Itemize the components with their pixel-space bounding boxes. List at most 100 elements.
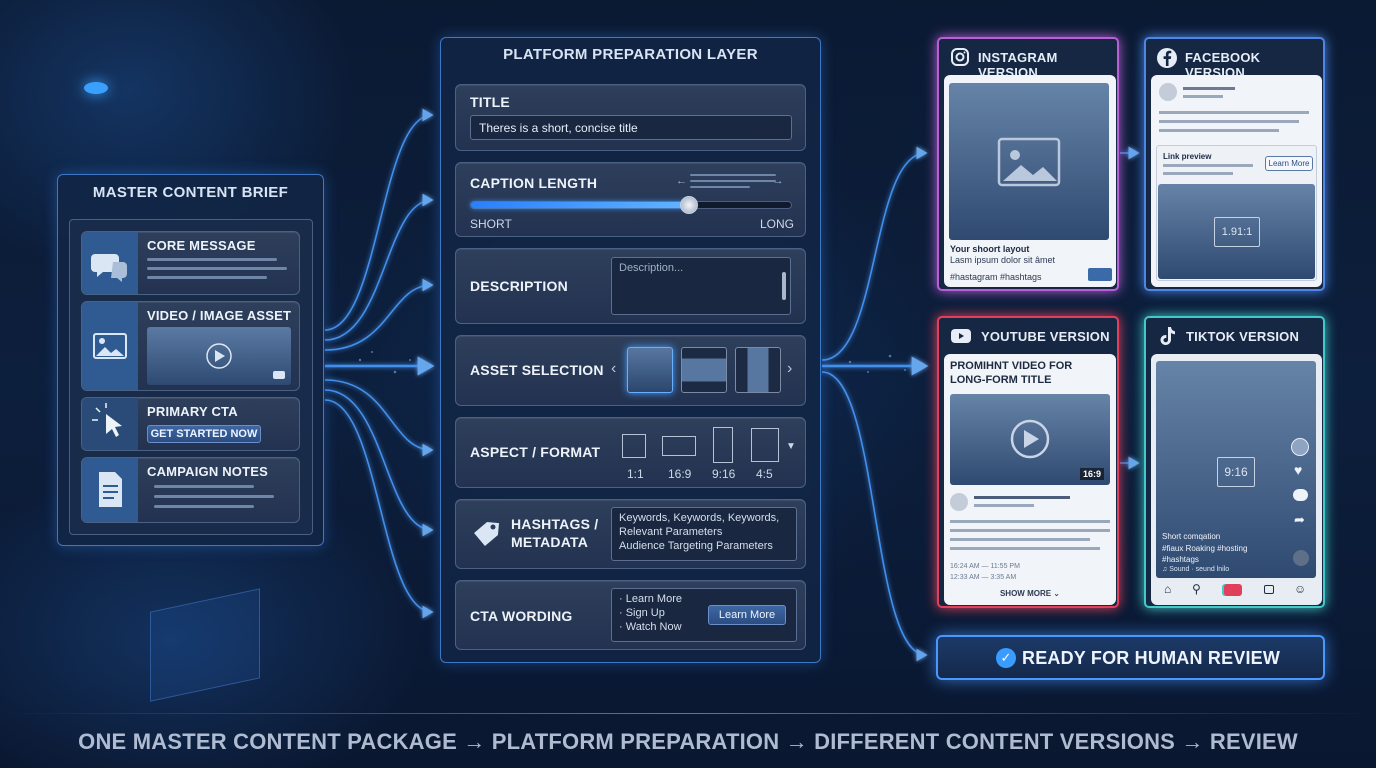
facebook-mockup: Link preview Learn More 1.91:1 (1151, 75, 1322, 287)
core-message-label: CORE MESSAGE (147, 238, 256, 253)
cta-option[interactable]: · Learn More (619, 593, 682, 605)
aspect-1-1-label: 1:1 (627, 467, 644, 481)
caption-length-section: CAPTION LENGTH ← → SHORT LONG (455, 162, 806, 237)
heart-icon[interactable]: ♥ (1294, 462, 1302, 478)
platform-preparation-panel: PLATFORM PREPARATION LAYER TITLE Theres … (440, 37, 821, 663)
caption-length-slider[interactable] (470, 196, 792, 214)
caption-short-label: SHORT (470, 217, 512, 231)
prep-title: PLATFORM PREPARATION LAYER (503, 46, 758, 63)
home-icon[interactable]: ⌂ (1164, 582, 1171, 596)
hashtags-line: Keywords, Keywords, Keywords, (619, 512, 780, 524)
link-preview-label: Link preview (1163, 152, 1212, 161)
learn-more-button[interactable]: Learn More (708, 605, 786, 625)
caption-slider-handle[interactable] (679, 196, 698, 214)
comment-icon[interactable] (1293, 489, 1308, 501)
hashtags-input[interactable]: Keywords, Keywords, Keywords, Relevant P… (611, 507, 797, 561)
youtube-version-title: YOUTUBE VERSION (981, 329, 1110, 344)
primary-cta-label: PRIMARY CTA (147, 404, 238, 419)
document-icon (82, 458, 138, 522)
link-preview-box[interactable]: Link preview Learn More 1.91:1 (1156, 145, 1317, 281)
post-text-line (1159, 120, 1299, 123)
aspect-1-1-option[interactable] (622, 434, 646, 458)
description-textarea[interactable]: Description... (611, 257, 791, 315)
asset-option-portrait[interactable] (735, 347, 781, 393)
primary-cta-card[interactable]: PRIMARY CTA GET STARTED NOW (81, 397, 300, 451)
master-brief-title: MASTER CONTENT BRIEF (92, 184, 289, 201)
tiktok-caption: Short comqation (1162, 532, 1221, 541)
aspect-4-5-option[interactable] (751, 428, 779, 462)
youtube-video-player[interactable]: 16:9 (950, 394, 1110, 485)
avatar[interactable] (1291, 438, 1309, 456)
get-started-now-button[interactable]: GET STARTED NOW (147, 425, 261, 443)
youtube-icon (951, 329, 971, 343)
campaign-notes-label: CAMPAIGN NOTES (147, 464, 269, 479)
show-more-button[interactable]: SHOW MORE ⌄ (944, 589, 1116, 598)
asset-option-landscape[interactable] (681, 347, 727, 393)
instagram-hashtags: #hastagram #hashtags (950, 272, 1042, 282)
asset-option-square[interactable] (627, 347, 673, 393)
chevron-right-icon[interactable]: › (787, 360, 792, 378)
facebook-image-placeholder: 1.91:1 (1158, 184, 1315, 279)
cta-option[interactable]: · Watch Now (619, 621, 682, 633)
instagram-icon (951, 48, 969, 66)
tiktok-caption: #hashtags (1162, 555, 1199, 564)
text-line (147, 267, 287, 270)
video-thumbnail[interactable] (147, 327, 291, 385)
instagram-mockup: Your shoort layout Lasm ipsum dolor sit … (944, 75, 1116, 287)
ready-for-review-button[interactable]: ✓ READY FOR HUMAN REVIEW (936, 635, 1325, 680)
description-placeholder: Description... (619, 262, 684, 274)
video-desc-line (950, 529, 1110, 532)
campaign-notes-card[interactable]: CAMPAIGN NOTES (81, 457, 300, 523)
instagram-caption-title: Your shoort layout (950, 244, 1030, 254)
tiktok-mockup: 9:16 Short comqation #fiaux Roaking #hos… (1151, 354, 1322, 605)
text-line (690, 180, 776, 182)
channel-line (974, 496, 1070, 499)
aspect-16-9-label: 16:9 (668, 467, 692, 481)
youtube-mockup: PROMIHNT VIDEO FOR LONG-FORM TITLE 16:9 … (944, 354, 1116, 605)
create-icon[interactable] (1224, 584, 1242, 596)
facebook-learn-more-button[interactable]: Learn More (1265, 156, 1313, 171)
share-icon[interactable]: ➦ (1294, 512, 1305, 528)
inbox-icon[interactable] (1264, 585, 1274, 594)
tiktok-caption: #fiaux Roaking #hosting (1162, 544, 1248, 553)
instagram-version-card: INSTAGRAM VERSION Your shoort layout Las… (937, 37, 1119, 291)
profile-icon[interactable]: ☺ (1294, 582, 1306, 596)
video-image-asset-card[interactable]: VIDEO / IMAGE ASSET (81, 301, 300, 391)
instagram-share-button[interactable] (1088, 268, 1112, 281)
core-message-card[interactable]: CORE MESSAGE (81, 231, 300, 295)
text-line (154, 495, 274, 498)
description-scrollbar[interactable] (782, 272, 786, 300)
tiktok-icon (1160, 327, 1175, 345)
cta-option[interactable]: · Sign Up (619, 607, 665, 619)
tiktok-version-card: TIKTOK VERSION 9:16 Short comqation #fia… (1144, 316, 1325, 608)
youtube-ratio-badge: 16:9 (1079, 468, 1104, 480)
music-disc-icon (1293, 550, 1309, 566)
video-desc-line (950, 538, 1090, 541)
check-circle-icon: ✓ (996, 648, 1016, 668)
decorative-node-glow (84, 82, 108, 94)
aspect-dropdown-icon[interactable]: ▼ (786, 441, 796, 452)
description-section: DESCRIPTION Description... (455, 248, 806, 324)
aspect-16-9-option[interactable] (662, 436, 696, 456)
video-desc-line (950, 520, 1110, 523)
text-line (690, 174, 776, 176)
tiktok-nav-bar: ⌂ ⚲ ☺ (1156, 580, 1316, 600)
tiktok-video-placeholder: 9:16 Short comqation #fiaux Roaking #hos… (1156, 361, 1316, 578)
link-preview-line (1163, 172, 1233, 175)
caption-slider-fill (471, 202, 689, 208)
asset-selection-section: ASSET SELECTION ‹ › (455, 335, 806, 406)
title-input[interactable]: Theres is a short, concise title (470, 115, 792, 140)
asset-selection-label: ASSET SELECTION (470, 362, 604, 378)
search-icon[interactable]: ⚲ (1192, 582, 1201, 596)
speech-bubbles-icon (82, 232, 138, 294)
post-author-line (1183, 87, 1235, 90)
text-line (690, 186, 750, 188)
youtube-version-card: YOUTUBE VERSION PROMIHNT VIDEO FOR LONG-… (937, 316, 1119, 608)
video-desc-line (950, 547, 1100, 550)
chevron-left-icon[interactable]: ‹ (611, 360, 616, 378)
description-label: DESCRIPTION (470, 278, 568, 294)
caption-length-label: CAPTION LENGTH (470, 175, 598, 191)
hashtags-label-line2: METADATA (511, 534, 589, 550)
avatar (950, 493, 968, 511)
aspect-9-16-option[interactable] (713, 427, 733, 463)
